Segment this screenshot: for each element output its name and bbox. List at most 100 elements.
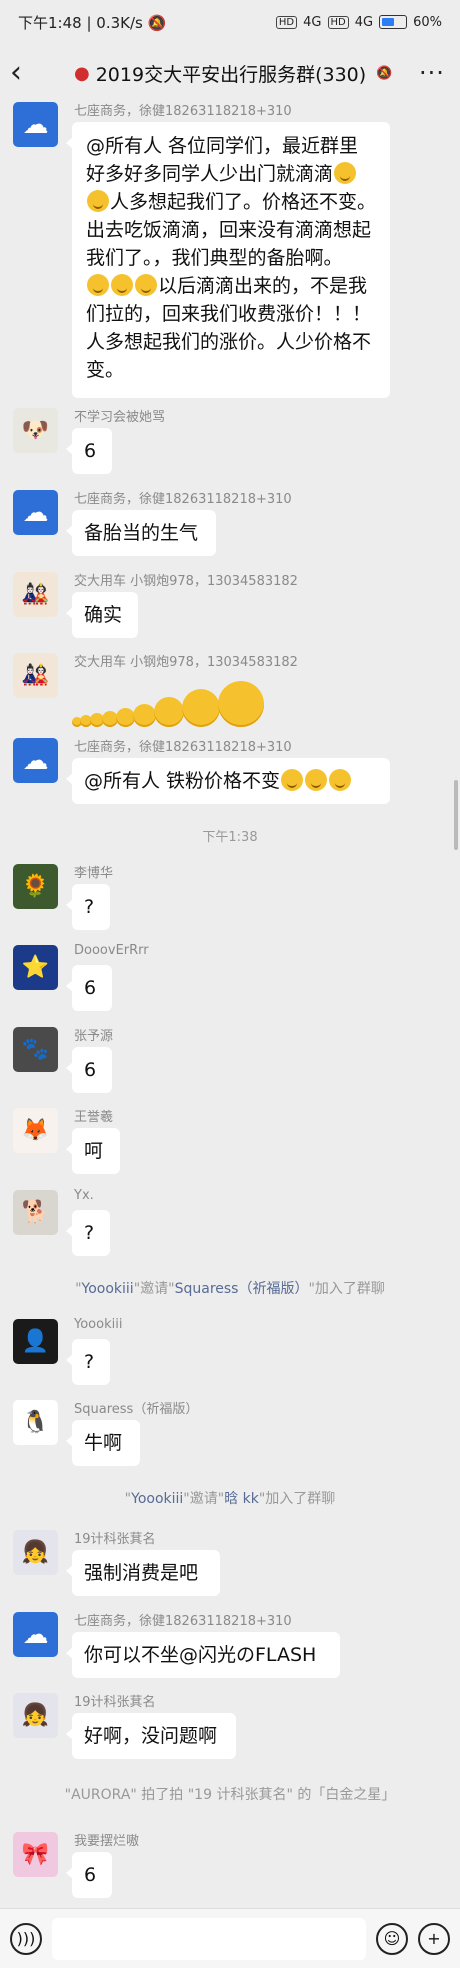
sender-name: 七座商务，徐健18263118218+310: [74, 1614, 292, 1629]
status-left: 下午1:48 | 0.3K/s 🔕: [18, 13, 167, 32]
message-input[interactable]: [52, 1917, 366, 1960]
status-time: 下午1:48: [18, 13, 82, 32]
user-link[interactable]: Yoookiii: [131, 1491, 183, 1507]
sender-name: 不学习会被她骂: [74, 410, 166, 425]
message-bubble[interactable]: @所有人 各位同学们，最近群里 好多好多同学人少出门就滴滴 人多想起我们了。价格…: [66, 122, 390, 398]
signal-icon: 4G: [303, 14, 322, 30]
mute-icon: 🔕: [376, 65, 393, 81]
awkward-emoji-icon: [87, 274, 109, 296]
message-bubble[interactable]: 6: [66, 1047, 112, 1093]
user-link[interactable]: Yoookiii: [82, 1281, 134, 1297]
chat-title-text: 2019交大平安出行服务群(330): [95, 63, 367, 86]
voice-icon[interactable]: ))): [10, 1922, 42, 1955]
emoji-icon[interactable]: ☺: [376, 1922, 408, 1955]
avatar[interactable]: 👧: [13, 1530, 58, 1575]
sender-name: 19计科张萁名: [74, 1695, 156, 1710]
sender-name: 交大用车 小钢炮978，13034583182: [74, 655, 298, 670]
sender-name: Yx.: [74, 1188, 94, 1203]
sender-name: 我要摆烂嗷: [74, 1834, 140, 1849]
message-bubble[interactable]: 确实: [66, 592, 138, 638]
title-bar: ‹ ● 2019交大平安出行服务群(330) 🔕 ···: [0, 44, 460, 102]
apple-icon: ●: [74, 62, 90, 84]
hd-icon: HD: [275, 15, 298, 29]
avatar[interactable]: 🐶: [13, 408, 58, 453]
message-bubble[interactable]: ?: [66, 1210, 110, 1256]
message-bubble[interactable]: 备胎当的生气: [66, 510, 216, 556]
battery-fill: [382, 18, 395, 26]
message-line: 变。: [86, 359, 125, 381]
message-line: @所有人 各位同学们，最近群里: [86, 135, 359, 157]
sender-name: 交大用车 小钢炮978，13034583182: [74, 574, 298, 589]
message-bubble[interactable]: @所有人 铁粉价格不变: [66, 758, 390, 804]
laughing-emoji-icon: [87, 190, 109, 212]
system-message: "Yoookiii"邀请"Squaress（祈福版）"加入了群聊: [75, 1281, 385, 1297]
system-message: "Yoookiii"邀请"晗 kk"加入了群聊: [124, 1491, 336, 1507]
avatar[interactable]: 🌻: [13, 864, 58, 909]
message-line: 以后滴滴出来的，不是我: [86, 272, 376, 300]
awkward-emoji-icon: [281, 769, 304, 791]
message-bubble[interactable]: ?: [66, 1339, 110, 1385]
avatar[interactable]: ☁: [13, 1612, 58, 1657]
avatar[interactable]: ☁: [13, 102, 58, 147]
message-line: 我们了。，我们典型的备胎啊。: [86, 247, 343, 269]
sender-name: Yoookiii: [74, 1317, 123, 1332]
status-right: HD 4G HD 4G 60%: [275, 14, 442, 30]
message-bubble[interactable]: 牛啊: [66, 1420, 140, 1466]
message-bubble[interactable]: ?: [66, 884, 110, 930]
message-bubble[interactable]: 强制消费是吧: [66, 1550, 220, 1596]
avatar[interactable]: 🎀: [13, 1832, 58, 1877]
message-bubble[interactable]: 6: [66, 428, 112, 474]
hd-icon-2: HD: [327, 15, 349, 29]
message-line: 人多想起我们的涨价。人少价格不: [86, 331, 372, 353]
avatar[interactable]: 👤: [13, 1319, 58, 1364]
sender-name: 七座商务，徐健18263118218+310: [74, 492, 292, 507]
input-bar: ))) ☺ +: [0, 1908, 460, 1968]
avatar[interactable]: 🦊: [13, 1108, 58, 1153]
pat-message: "AURORA" 拍了拍 "19 计科张萁名" 的「白金之星」: [64, 1787, 396, 1803]
message-line: 们拉的，回来我们收费涨价！！！: [86, 303, 372, 325]
user-link[interactable]: Squaress（祈福版）: [175, 1281, 309, 1297]
message-bubble[interactable]: 呵: [66, 1128, 120, 1174]
avatar[interactable]: 🎎: [13, 572, 58, 617]
awkward-emoji-icon: [111, 274, 133, 296]
message-bubble[interactable]: 6: [66, 1852, 112, 1898]
sender-name: Squaress（祈福版）: [74, 1402, 199, 1417]
chevron-left-icon[interactable]: ‹: [10, 58, 44, 88]
message-bubble[interactable]: 你可以不坐@闪光のFLASH: [66, 1632, 340, 1678]
plus-icon[interactable]: +: [418, 1922, 450, 1955]
awkward-emoji-icon: [305, 769, 328, 791]
status-bar: 下午1:48 | 0.3K/s 🔕 HD 4G HD 4G 60%: [0, 0, 460, 44]
battery-label: 60%: [413, 14, 442, 30]
avatar[interactable]: ⭐: [13, 945, 58, 990]
sender-name: 王誉羲: [74, 1110, 114, 1125]
battery-icon: [379, 15, 408, 29]
sender-name: 七座商务，徐健18263118218+310: [74, 104, 292, 119]
time-divider: 下午1:38: [202, 830, 258, 845]
awkward-emoji-icon: [329, 769, 352, 791]
avatar[interactable]: 🐕: [13, 1190, 58, 1235]
sender-name: 张予源: [74, 1029, 114, 1044]
user-link[interactable]: 晗 kk: [224, 1491, 259, 1507]
avatar[interactable]: 🎎: [13, 653, 58, 698]
sender-name: 19计科张萁名: [74, 1532, 156, 1547]
avatar[interactable]: ☁: [13, 738, 58, 783]
sender-name: DooovErRrr: [74, 943, 149, 958]
avatar[interactable]: 🐾: [13, 1027, 58, 1072]
sender-name: 七座商务，徐健18263118218+310: [74, 740, 292, 755]
sender-name: 李博华: [74, 866, 114, 881]
message-line: 好多好多同学人少出门就滴滴: [86, 160, 376, 188]
awkward-emoji-icon: [135, 274, 157, 296]
avatar[interactable]: ☁: [13, 490, 58, 535]
status-speed: 0.3K/s: [96, 13, 143, 32]
avatar[interactable]: 👧: [13, 1693, 58, 1738]
avatar[interactable]: 🐧: [13, 1400, 58, 1445]
message-bubble[interactable]: 好啊，没问题啊: [66, 1713, 236, 1759]
laughing-emoji-icon: [334, 162, 357, 184]
laughing-sticker[interactable]: [72, 677, 264, 727]
message-bubble[interactable]: 6: [66, 965, 112, 1011]
message-line: 人多想起我们了。价格还不变。: [86, 188, 376, 216]
more-icon[interactable]: ···: [414, 59, 450, 87]
bell-off-icon: 🔕: [147, 13, 167, 32]
scrollbar[interactable]: [454, 780, 458, 850]
message-line: 出去吃饭滴滴，回来没有滴滴想起: [86, 219, 372, 241]
